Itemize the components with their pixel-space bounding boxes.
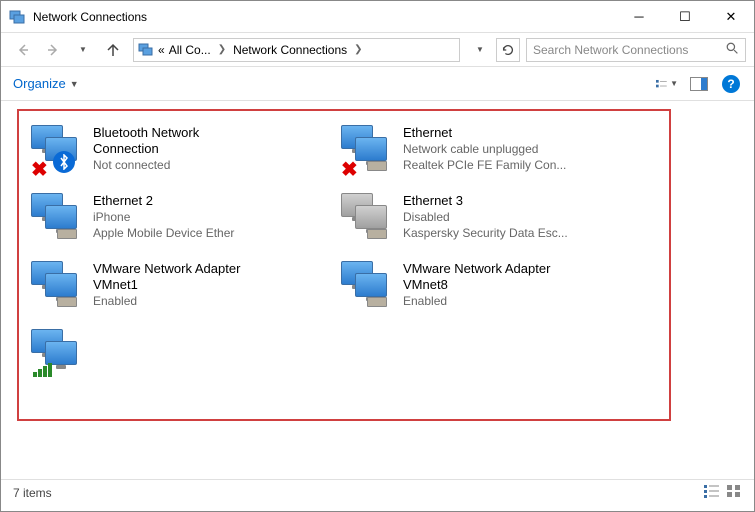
control-panel-icon bbox=[138, 42, 154, 58]
organize-button[interactable]: Organize ▼ bbox=[13, 76, 79, 91]
network-adapter[interactable]: VMware Network AdapterVMnet8Enabled bbox=[337, 257, 647, 325]
search-placeholder: Search Network Connections bbox=[533, 43, 688, 57]
adapter-status: iPhone bbox=[93, 209, 333, 225]
chevron-right-icon[interactable]: ❯ bbox=[215, 44, 229, 55]
toolbar: Organize ▼ ▼ ? bbox=[1, 67, 754, 101]
network-adapter[interactable]: ✖ EthernetNetwork cable unpluggedRealtek … bbox=[337, 121, 647, 189]
adapter-text: EthernetNetwork cable unpluggedRealtek P… bbox=[397, 125, 643, 185]
adapter-status: Network cable unplugged bbox=[403, 141, 643, 157]
content-area: ✖ Bluetooth NetworkConnectionNot connecte… bbox=[1, 101, 754, 479]
chevron-right-icon[interactable]: ❯ bbox=[351, 44, 365, 55]
preview-pane-button[interactable] bbox=[688, 73, 710, 95]
chevron-down-icon: ▼ bbox=[70, 79, 79, 89]
breadcrumb-item[interactable]: All Co... bbox=[169, 43, 211, 57]
network-adapter[interactable] bbox=[27, 325, 337, 393]
arrow-up-icon bbox=[105, 42, 121, 58]
adapter-status: Enabled bbox=[403, 293, 643, 309]
view-icon bbox=[656, 77, 668, 91]
preview-pane-icon bbox=[690, 77, 708, 91]
adapter-list: ✖ Bluetooth NetworkConnectionNot connecte… bbox=[17, 109, 671, 421]
large-icons-icon bbox=[726, 484, 742, 498]
arrow-left-icon bbox=[15, 42, 31, 58]
adapter-icon bbox=[341, 193, 397, 249]
adapter-status: Enabled bbox=[93, 293, 333, 309]
view-options-button[interactable]: ▼ bbox=[656, 73, 678, 95]
adapter-name: VMware Network Adapter bbox=[403, 261, 643, 277]
status-bar: 7 items bbox=[1, 479, 754, 505]
address-dropdown-button[interactable]: ▼ bbox=[466, 36, 494, 64]
adapter-name: VMware Network Adapter bbox=[93, 261, 333, 277]
adapter-status: Disabled bbox=[403, 209, 643, 225]
help-button[interactable]: ? bbox=[720, 73, 742, 95]
wifi-signal-icon bbox=[33, 363, 52, 377]
nav-bar: ▼ « All Co... ❯ Network Connections ❯ ▼ … bbox=[1, 33, 754, 67]
arrow-right-icon bbox=[45, 42, 61, 58]
adapter-name: Ethernet 2 bbox=[93, 193, 333, 209]
adapter-name-line2: Connection bbox=[93, 141, 333, 157]
recent-locations-button[interactable]: ▼ bbox=[69, 36, 97, 64]
search-input[interactable]: Search Network Connections bbox=[526, 38, 746, 62]
search-icon bbox=[726, 42, 739, 58]
chevron-down-icon: ▼ bbox=[670, 79, 678, 88]
minimize-button[interactable]: ─ bbox=[616, 1, 662, 33]
adapter-icon bbox=[31, 193, 87, 249]
title-bar: Network Connections ─ ☐ ✕ bbox=[1, 1, 754, 33]
adapter-icon bbox=[31, 329, 87, 385]
up-button[interactable] bbox=[99, 36, 127, 64]
app-icon bbox=[9, 9, 25, 25]
network-adapter[interactable]: ✖ Bluetooth NetworkConnectionNot connecte… bbox=[27, 121, 337, 189]
adapter-device: Realtek PCIe FE Family Con... bbox=[403, 157, 643, 173]
adapter-device: Apple Mobile Device Ether bbox=[93, 225, 333, 241]
refresh-icon bbox=[501, 43, 515, 57]
adapter-device: Kaspersky Security Data Esc... bbox=[403, 225, 643, 241]
adapter-text: Bluetooth NetworkConnectionNot connected bbox=[87, 125, 333, 185]
large-icons-view-button[interactable] bbox=[726, 484, 742, 501]
details-view-button[interactable] bbox=[704, 484, 720, 501]
organize-label: Organize bbox=[13, 76, 66, 91]
adapter-name: Ethernet bbox=[403, 125, 643, 141]
maximize-button[interactable]: ☐ bbox=[662, 1, 708, 33]
help-icon: ? bbox=[722, 75, 740, 93]
item-count: 7 items bbox=[13, 486, 52, 500]
adapter-text: VMware Network AdapterVMnet1Enabled bbox=[87, 261, 333, 321]
network-adapter[interactable]: Ethernet 3DisabledKaspersky Security Dat… bbox=[337, 189, 647, 257]
forward-button[interactable] bbox=[39, 36, 67, 64]
refresh-button[interactable] bbox=[496, 38, 520, 62]
adapter-name-line2: VMnet1 bbox=[93, 277, 333, 293]
address-bar[interactable]: « All Co... ❯ Network Connections ❯ bbox=[133, 38, 460, 62]
adapter-text: Ethernet 3DisabledKaspersky Security Dat… bbox=[397, 193, 643, 253]
breadcrumb-cue[interactable]: « bbox=[158, 43, 165, 57]
adapter-text: Ethernet 2iPhoneApple Mobile Device Ethe… bbox=[87, 193, 333, 253]
error-x-icon: ✖ bbox=[31, 157, 49, 175]
network-adapter[interactable]: VMware Network AdapterVMnet1Enabled bbox=[27, 257, 337, 325]
adapter-text bbox=[87, 329, 333, 389]
details-view-icon bbox=[704, 484, 720, 498]
adapter-icon bbox=[341, 261, 397, 317]
window-title: Network Connections bbox=[33, 10, 616, 24]
adapter-name-line2: VMnet8 bbox=[403, 277, 643, 293]
adapter-text: VMware Network AdapterVMnet8Enabled bbox=[397, 261, 643, 321]
breadcrumb-item[interactable]: Network Connections bbox=[233, 43, 347, 57]
adapter-name: Bluetooth Network bbox=[93, 125, 333, 141]
adapter-status: Not connected bbox=[93, 157, 333, 173]
adapter-icon bbox=[31, 261, 87, 317]
close-button[interactable]: ✕ bbox=[708, 1, 754, 33]
back-button[interactable] bbox=[9, 36, 37, 64]
adapter-icon: ✖ bbox=[341, 125, 397, 181]
bluetooth-icon bbox=[53, 151, 75, 173]
adapter-icon: ✖ bbox=[31, 125, 87, 181]
adapter-name: Ethernet 3 bbox=[403, 193, 643, 209]
error-x-icon: ✖ bbox=[341, 157, 359, 175]
network-adapter[interactable]: Ethernet 2iPhoneApple Mobile Device Ethe… bbox=[27, 189, 337, 257]
